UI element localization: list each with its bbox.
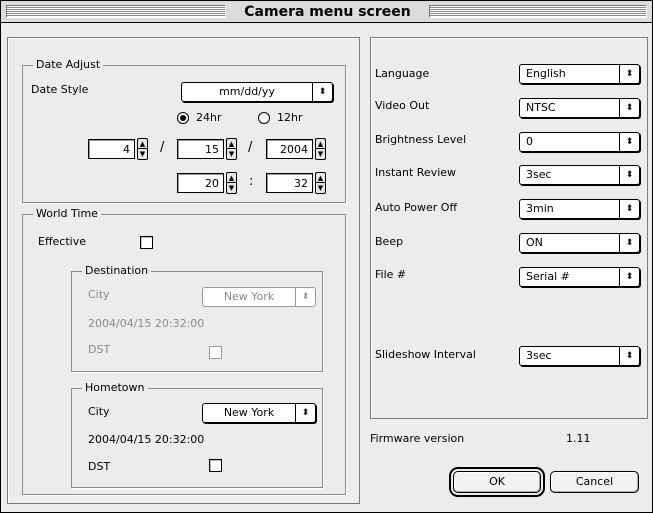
beep-value: ON [526,236,543,249]
stepper-down-icon[interactable]: ▼ [227,183,236,193]
day-field[interactable]: 15 [177,139,224,159]
stepper-up-icon[interactable]: ▲ [316,139,325,149]
ok-button[interactable]: OK [449,467,545,497]
destination-city-value: New York [223,290,275,303]
month-stepper[interactable]: ▲ ▼ [137,138,148,160]
stepper-down-icon[interactable]: ▼ [227,149,236,159]
radio-24hr-label: 24hr [196,111,222,124]
date-style-value: mm/dd/yy [219,85,275,98]
popup-arrow-icon: ⬍ [619,65,639,83]
hour-field[interactable]: 20 [177,173,224,193]
month-field[interactable]: 4 [88,139,135,159]
day-value: 15 [205,143,219,156]
popup-arrow-icon: ⬍ [619,268,639,286]
time-separator: : [249,174,254,189]
stepper-down-icon[interactable]: ▼ [316,149,325,159]
radio-24hr[interactable] [177,112,189,124]
date-separator: / [248,140,253,155]
beep-popup[interactable]: ON ⬍ [519,233,640,253]
destination-datetime: 2004/04/15 20:32:00 [88,317,205,330]
popup-arrow-icon: ⬍ [312,83,332,101]
popup-arrow-icon: ⬍ [619,133,639,151]
hometown-city-popup[interactable]: New York ⬍ [202,403,316,423]
date-adjust-title: Date Adjust [33,58,104,72]
destination-dst-checkbox[interactable] [209,346,222,359]
radio-12hr[interactable] [258,112,270,124]
destination-dst-label: DST [88,343,111,356]
brightness-value: 0 [526,135,533,148]
camera-menu-window: Camera menu screen Date Adjust Date Styl… [0,0,653,513]
popup-arrow-icon: ⬍ [619,200,639,218]
minute-field[interactable]: 32 [266,173,313,193]
popup-arrow-icon: ⬍ [619,234,639,252]
video-out-label: Video Out [375,99,430,112]
cancel-button[interactable]: Cancel [550,471,639,493]
hometown-title: Hometown [82,381,148,395]
auto-power-off-value: 3min [526,202,554,215]
hometown-city-value: New York [223,406,275,419]
destination-city-label: City [88,288,110,301]
stepper-up-icon[interactable]: ▲ [138,139,147,149]
destination-city-popup[interactable]: New York ⬍ [202,287,316,307]
language-popup[interactable]: English ⬍ [519,64,640,84]
stepper-up-icon[interactable]: ▲ [227,173,236,183]
minute-value: 32 [294,177,308,190]
instant-review-value: 3sec [526,168,552,181]
date-style-label: Date Style [31,83,89,96]
brightness-popup[interactable]: 0 ⬍ [519,132,640,152]
effective-label: Effective [38,235,86,248]
video-out-popup[interactable]: NTSC ⬍ [519,98,640,118]
destination-title: Destination [82,264,152,278]
hour-value: 20 [205,177,219,190]
hour-stepper[interactable]: ▲ ▼ [226,172,237,194]
date-style-popup[interactable]: mm/dd/yy ⬍ [181,82,333,102]
popup-arrow-icon: ⬍ [619,347,639,365]
title-bar[interactable]: Camera menu screen [1,1,652,23]
popup-arrow-icon: ⬍ [295,404,315,422]
slideshow-interval-value: 3sec [526,349,552,362]
window-title: Camera menu screen [244,4,411,20]
language-label: Language [375,67,430,80]
file-number-popup[interactable]: Serial # ⬍ [519,267,640,287]
beep-label: Beep [375,235,404,248]
auto-power-off-label: Auto Power Off [375,201,458,214]
slideshow-interval-label: Slideshow Interval [375,348,476,361]
hometown-dst-checkbox[interactable] [209,459,222,472]
video-out-value: NTSC [526,101,556,114]
stepper-up-icon[interactable]: ▲ [227,139,236,149]
effective-checkbox[interactable] [140,236,153,249]
year-stepper[interactable]: ▲ ▼ [315,138,326,160]
hometown-city-label: City [88,405,110,418]
hometown-datetime: 2004/04/15 20:32:00 [88,433,205,446]
date-separator: / [160,140,165,155]
file-number-value: Serial # [526,270,570,283]
title-stripes-right [429,5,647,18]
language-value: English [526,67,566,80]
slideshow-interval-popup[interactable]: 3sec ⬍ [519,346,640,366]
instant-review-label: Instant Review [375,166,457,179]
firmware-label: Firmware version [370,432,465,445]
day-stepper[interactable]: ▲ ▼ [226,138,237,160]
popup-arrow-icon: ⬍ [295,288,315,306]
popup-arrow-icon: ⬍ [619,166,639,184]
stepper-up-icon[interactable]: ▲ [316,173,325,183]
instant-review-popup[interactable]: 3sec ⬍ [519,165,640,185]
auto-power-off-popup[interactable]: 3min ⬍ [519,199,640,219]
month-value: 4 [123,143,130,156]
hometown-dst-label: DST [88,460,111,473]
world-time-title: World Time [33,207,101,221]
stepper-down-icon[interactable]: ▼ [316,183,325,193]
year-field[interactable]: 2004 [266,139,313,159]
year-value: 2004 [280,143,308,156]
radio-12hr-label: 12hr [277,111,303,124]
file-number-label: File # [375,268,407,281]
brightness-label: Brightness Level [375,133,467,146]
stepper-down-icon[interactable]: ▼ [138,149,147,159]
firmware-value: 1.11 [566,432,591,445]
minute-stepper[interactable]: ▲ ▼ [315,172,326,194]
title-stripes-left [6,5,226,18]
popup-arrow-icon: ⬍ [619,99,639,117]
